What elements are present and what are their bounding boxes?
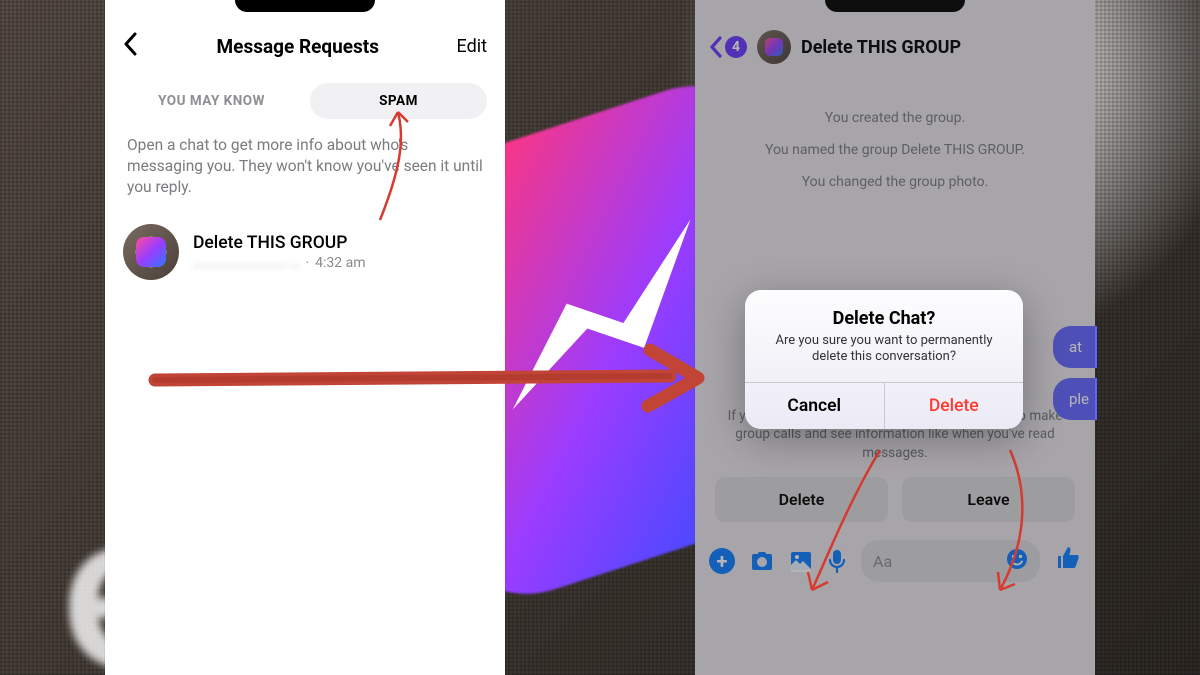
phone-screenshot-right: 4 Delete THIS GROUP You created the grou… <box>695 0 1095 675</box>
emoji-icon[interactable] <box>1006 548 1028 574</box>
hidden-button-people[interactable]: ple <box>1053 378 1097 420</box>
tabs: YOU MAY KNOW SPAM <box>105 79 505 131</box>
message-composer: + Aa <box>695 532 1095 594</box>
alert-title: Delete Chat? <box>767 308 1001 329</box>
chat-avatar <box>123 224 179 280</box>
chat-list-item[interactable]: Delete THIS GROUP ………………………… … · 4:32 am <box>105 216 505 288</box>
hidden-action-buttons: at ple <box>1053 326 1097 420</box>
system-msg: You created the group. <box>725 102 1065 134</box>
phone-notch <box>235 0 375 12</box>
action-buttons: Delete Leave <box>695 463 1095 532</box>
chat-preview: ………………………… … <box>193 255 300 271</box>
hidden-button-chat[interactable]: at <box>1053 326 1097 368</box>
message-input[interactable]: Aa <box>861 540 1040 582</box>
tab-you-may-know[interactable]: YOU MAY KNOW <box>123 83 300 119</box>
chat-info: Delete THIS GROUP ………………………… … · 4:32 am <box>193 233 487 271</box>
chat-separator: · <box>306 255 310 271</box>
leave-button[interactable]: Leave <box>902 477 1075 522</box>
phone-notch <box>825 0 965 12</box>
back-button[interactable] <box>123 32 139 61</box>
input-placeholder: Aa <box>873 552 892 571</box>
add-icon[interactable]: + <box>709 548 735 574</box>
gallery-icon[interactable] <box>789 550 813 572</box>
microphone-icon[interactable] <box>828 549 846 573</box>
unread-badge: 4 <box>725 36 747 58</box>
alert-message: Are you sure you want to permanently del… <box>767 333 1001 366</box>
alert-confirm-button[interactable]: Delete <box>885 383 1024 429</box>
edit-button[interactable]: Edit <box>457 36 487 57</box>
group-avatar[interactable] <box>757 30 791 64</box>
chat-name: Delete THIS GROUP <box>193 233 487 253</box>
alert-cancel-button[interactable]: Cancel <box>745 383 885 429</box>
delete-button[interactable]: Delete <box>715 477 888 522</box>
system-msg: You changed the group photo. <box>725 166 1065 198</box>
delete-chat-alert: Delete Chat? Are you sure you want to pe… <box>745 290 1023 429</box>
system-messages: You created the group. You named the gro… <box>695 78 1095 207</box>
chat-time: 4:32 am <box>315 255 365 271</box>
page-title: Message Requests <box>217 35 379 58</box>
tutorial-canvas: ess Message Requests Edit YOU MAY KNOW S… <box>0 0 1200 675</box>
phone-screenshot-left: Message Requests Edit YOU MAY KNOW SPAM … <box>105 0 505 675</box>
camera-icon[interactable] <box>750 550 774 572</box>
info-text: Open a chat to get more info about who's… <box>105 131 505 216</box>
system-msg: You named the group Delete THIS GROUP. <box>725 134 1065 166</box>
chevron-left-icon <box>123 32 139 56</box>
chevron-left-icon <box>709 36 723 58</box>
thumbs-up-icon[interactable] <box>1055 545 1081 577</box>
tab-spam[interactable]: SPAM <box>310 83 487 119</box>
back-button[interactable]: 4 <box>709 36 747 58</box>
chat-title[interactable]: Delete THIS GROUP <box>801 37 961 58</box>
